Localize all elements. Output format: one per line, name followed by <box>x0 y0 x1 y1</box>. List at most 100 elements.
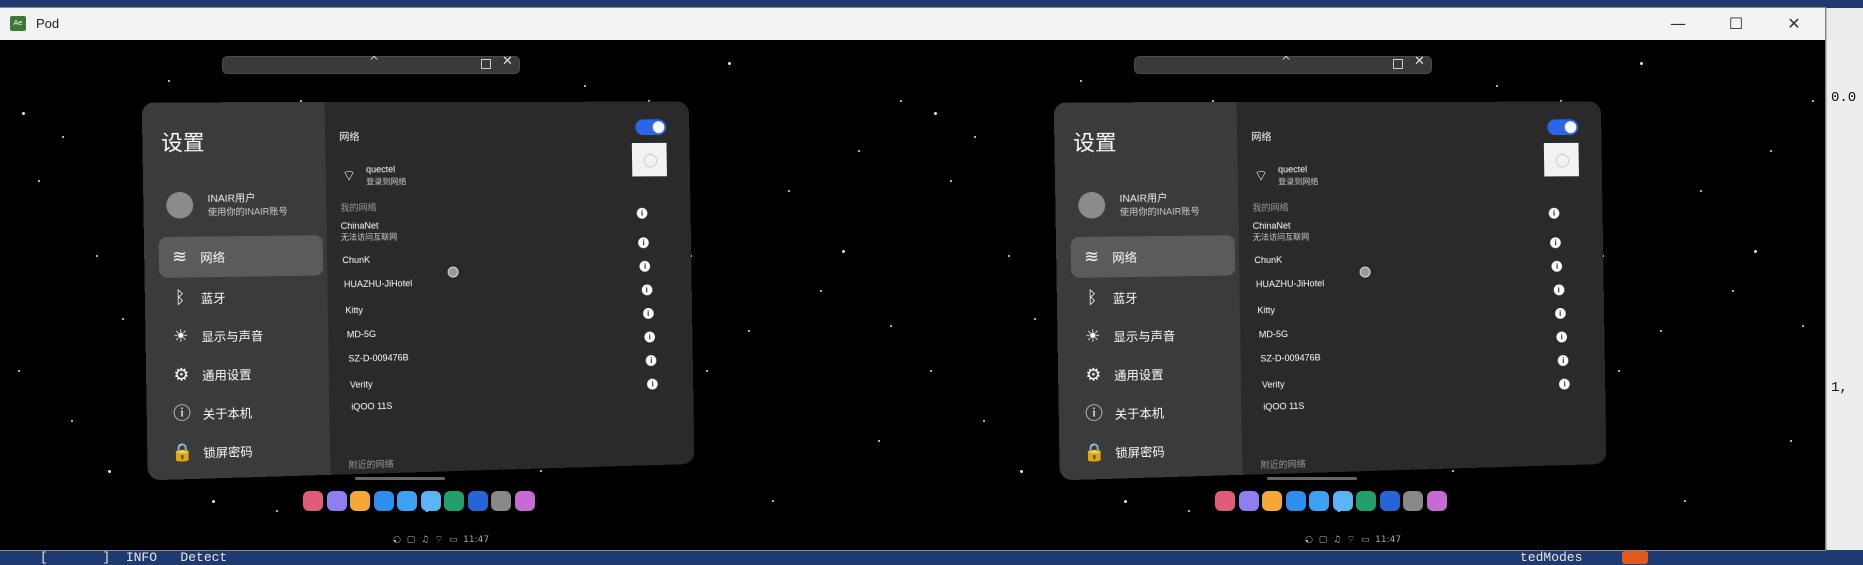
window-square-icon[interactable] <box>1393 59 1403 69</box>
dock-app-icon[interactable] <box>1332 491 1353 511</box>
close-icon[interactable]: ✕ <box>502 54 513 69</box>
avatar[interactable] <box>1078 191 1106 219</box>
connected-network-name[interactable]: quectel <box>1278 164 1307 174</box>
chevron-up-icon[interactable]: ^ <box>1281 54 1291 68</box>
sidebar-item-gear[interactable]: ⚙ 通用设置 <box>1072 352 1237 396</box>
sidebar-item-brightness[interactable]: ☀ 显示与声音 <box>160 314 325 358</box>
sidebar-item-lock[interactable]: 🔒 锁屏密码 <box>1074 429 1239 474</box>
sidebar-item-bluetooth[interactable]: ᛒ 蓝牙 <box>159 275 324 318</box>
dock-app-icon[interactable] <box>350 491 370 511</box>
network-name[interactable]: Verity <box>350 379 373 390</box>
info-icon[interactable]: i <box>641 284 653 296</box>
dock-app-icon[interactable] <box>1379 491 1400 511</box>
dock-app-icon[interactable] <box>1426 491 1447 511</box>
network-name[interactable]: MD-5G <box>1259 329 1288 340</box>
info-icon[interactable]: i <box>636 207 648 219</box>
sidebar-item-label: 通用设置 <box>1114 367 1164 384</box>
network-name[interactable]: MD-5G <box>347 329 376 340</box>
info-icon[interactable]: i <box>1557 355 1569 367</box>
dock-app-icon[interactable] <box>1403 491 1423 511</box>
network-toggle[interactable] <box>635 119 667 136</box>
star <box>950 180 952 182</box>
network-name[interactable]: Kitty <box>1257 305 1275 315</box>
panel-scrollbar[interactable] <box>1267 477 1357 480</box>
network-name[interactable]: ChunK <box>342 255 370 265</box>
network-name[interactable]: iQOO 11S <box>1263 401 1304 412</box>
chevron-up-icon[interactable]: ^ <box>369 54 379 68</box>
sidebar-item-brightness[interactable]: ☀ 显示与声音 <box>1072 314 1237 358</box>
dock-app-icon[interactable] <box>1309 491 1329 511</box>
network-name[interactable]: iQOO 11S <box>351 401 392 412</box>
account-name[interactable]: INAIR用户 <box>1119 189 1167 205</box>
window-square-icon[interactable] <box>481 59 491 69</box>
dock-app-icon[interactable] <box>491 491 511 511</box>
network-name[interactable]: SZ-D-009476B <box>1260 352 1320 363</box>
account-name[interactable]: INAIR用户 <box>207 189 255 205</box>
dock-app-icon[interactable] <box>326 491 347 511</box>
star <box>71 420 73 422</box>
info-icon[interactable]: i <box>1553 284 1565 296</box>
star <box>62 136 64 138</box>
dock-app-icon[interactable] <box>514 491 535 511</box>
info-icon[interactable]: i <box>647 378 659 390</box>
info-icon[interactable]: i <box>1556 331 1568 343</box>
info-icon[interactable]: i <box>645 355 657 367</box>
dock-app-icon[interactable] <box>1215 491 1235 511</box>
info-icon[interactable]: i <box>642 307 654 319</box>
sidebar-item-bluetooth[interactable]: ᛒ 蓝牙 <box>1071 275 1236 318</box>
floating-widget[interactable] <box>631 142 667 177</box>
sidebar-item-wifi[interactable]: ≋ 网络 <box>1070 235 1236 278</box>
star <box>983 420 985 422</box>
network-section-title: 网络 <box>339 132 360 144</box>
sidebar-item-gear[interactable]: ⚙ 通用设置 <box>160 352 325 396</box>
sidebar-item-label: 蓝牙 <box>200 291 226 306</box>
network-name[interactable]: Verity <box>1262 379 1285 390</box>
info-icon[interactable]: i <box>1551 260 1563 272</box>
star <box>1802 325 1804 327</box>
app-dock <box>303 491 535 517</box>
ide-logo-icon[interactable] <box>1622 551 1648 564</box>
dock-app-icon[interactable] <box>373 491 394 511</box>
avatar[interactable] <box>166 191 194 219</box>
info-icon[interactable]: i <box>1554 307 1566 319</box>
network-toggle[interactable] <box>1547 119 1579 136</box>
dock-app-icon[interactable] <box>467 491 488 511</box>
info-icon[interactable]: i <box>1550 237 1562 249</box>
pointer-cursor <box>1359 266 1371 278</box>
close-icon[interactable]: ✕ <box>1414 54 1425 69</box>
network-name[interactable]: Kitty <box>345 305 363 315</box>
dock-app-icon[interactable] <box>303 491 323 511</box>
floating-widget[interactable] <box>1543 142 1579 177</box>
info-icon[interactable]: i <box>638 237 650 249</box>
network-name[interactable]: ChinaNet <box>341 220 379 230</box>
connected-network-name[interactable]: quectel <box>366 164 395 174</box>
network-name[interactable]: ChinaNet <box>1253 220 1291 230</box>
network-name[interactable]: HUAZHU-JiHotel <box>1256 278 1324 289</box>
network-name[interactable]: HUAZHU-JiHotel <box>344 278 412 289</box>
minimize-button[interactable]: — <box>1656 11 1700 37</box>
window-titlebar[interactable]: Ae Pod — ☐ ✕ <box>0 8 1825 40</box>
dock-app-icon[interactable] <box>1262 491 1282 511</box>
dock-app-icon[interactable] <box>444 491 464 511</box>
floating-window-bar[interactable]: ^ ✕ <box>1134 54 1432 74</box>
maximize-button[interactable]: ☐ <box>1714 11 1758 37</box>
info-icon[interactable]: i <box>639 260 651 272</box>
sidebar-item-lock[interactable]: 🔒 锁屏密码 <box>162 429 327 474</box>
sidebar-item-wifi[interactable]: ≋ 网络 <box>158 235 324 278</box>
dock-app-icon[interactable] <box>1238 491 1259 511</box>
account-subtitle: 使用你的INAIR账号 <box>207 206 288 218</box>
dock-app-icon[interactable] <box>420 491 441 511</box>
sidebar-item-label: 锁屏密码 <box>1115 444 1165 461</box>
close-button[interactable]: ✕ <box>1772 11 1816 37</box>
bluetooth-icon: ᛒ <box>1086 287 1098 309</box>
info-icon[interactable]: i <box>1559 378 1571 390</box>
info-icon[interactable]: i <box>644 331 656 343</box>
dock-app-icon[interactable] <box>397 491 417 511</box>
floating-window-bar[interactable]: ^ ✕ <box>222 54 520 74</box>
info-icon[interactable]: i <box>1548 207 1560 219</box>
network-name[interactable]: SZ-D-009476B <box>348 352 408 363</box>
network-name[interactable]: ChunK <box>1254 255 1282 265</box>
dock-app-icon[interactable] <box>1356 491 1376 511</box>
panel-scrollbar[interactable] <box>355 477 445 480</box>
dock-app-icon[interactable] <box>1285 491 1306 511</box>
